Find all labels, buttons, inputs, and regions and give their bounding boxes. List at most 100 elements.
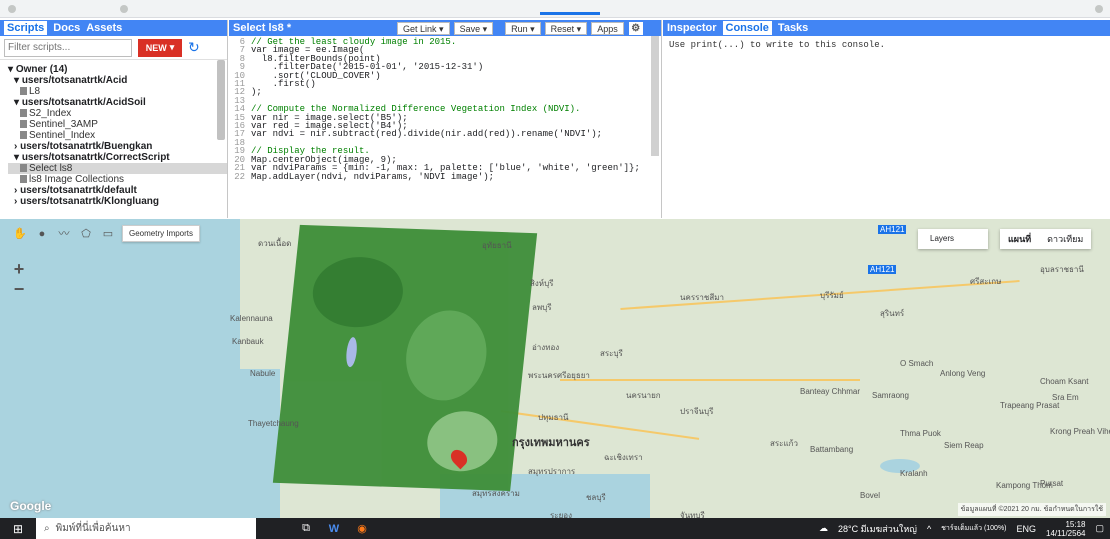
script-title: Select ls8 *: [233, 22, 292, 34]
tab-inspector[interactable]: Inspector: [667, 22, 717, 34]
tree-file[interactable]: S2_Index: [8, 108, 227, 119]
place-bangkok: กรุงเทพมหานคร: [512, 437, 590, 449]
new-button[interactable]: NEW ▾: [138, 38, 182, 57]
map-type-satellite[interactable]: ดาวเทียม: [1039, 229, 1091, 249]
hand-icon[interactable]: ✋: [12, 226, 28, 242]
place-lopburi: ลพบุรี: [532, 303, 552, 312]
code-scrollbar[interactable]: [651, 36, 659, 156]
tree-folder[interactable]: › users/totsanatrtk/Klongluang: [8, 196, 227, 207]
console-panel-tabs: Inspector Console Tasks: [663, 20, 1110, 36]
scripts-panel-tabs: Scripts Docs Assets: [0, 20, 227, 36]
save-button[interactable]: Save ▾: [453, 21, 494, 35]
place-pathum-thani: ปทุมธานี: [538, 413, 569, 422]
place-ang-thong: อ่างทอง: [532, 343, 560, 352]
get-link-button[interactable]: Get Link ▾: [397, 21, 450, 35]
map-attribution[interactable]: ข้อมูลแผนที่ ©2021 20 กม. ข้อกำหนดในการใ…: [957, 503, 1106, 516]
place-bovel: Bovel: [860, 491, 881, 500]
ndvi-patch: [401, 309, 491, 402]
code-line[interactable]: 11 .first(): [229, 79, 661, 88]
active-tab-indicator: [540, 12, 600, 15]
place-rayong: ระยอง: [550, 511, 572, 518]
windows-start-icon[interactable]: ⊞: [0, 518, 36, 539]
weather-text[interactable]: 28°C มีเมฆส่วนใหญ่: [838, 522, 917, 536]
geometry-imports-button[interactable]: Geometry Imports: [122, 225, 201, 242]
code-line[interactable]: 17 var ndvi = nir.subtract(red).divide(ni…: [229, 130, 661, 139]
weather-icon: ☁: [819, 523, 828, 533]
google-logo: Google: [10, 499, 52, 513]
refresh-icon[interactable]: ↻: [188, 39, 200, 56]
road: [560, 379, 860, 381]
rectangle-icon[interactable]: ▭: [100, 226, 116, 242]
sea-area: [240, 369, 280, 518]
apps-button[interactable]: Apps: [591, 21, 624, 35]
code-editor[interactable]: 6// Get the least cloudy image in 2015. 7…: [229, 36, 661, 218]
tree-owner[interactable]: ▾ Owner (14): [8, 64, 227, 75]
language-indicator[interactable]: ENG: [1017, 524, 1037, 534]
tab-console[interactable]: Console: [722, 21, 772, 35]
gear-icon[interactable]: ⚙: [628, 21, 643, 35]
place-surin: สุรินทร์: [880, 309, 905, 318]
zoom-in-button[interactable]: +: [10, 259, 28, 279]
place-chonburi: ชลบุรี: [586, 493, 606, 502]
layers-button[interactable]: Layers: [918, 229, 988, 249]
tree-folder[interactable]: › users/totsanatrtk/default: [8, 185, 227, 196]
tree-folder[interactable]: ▾ users/totsanatrtk/Acid: [8, 75, 227, 86]
tab-docs[interactable]: Docs: [53, 22, 80, 34]
filter-row: NEW ▾ ↻: [0, 36, 227, 60]
caret-down-icon: ▾: [169, 42, 175, 52]
run-button[interactable]: Run ▾: [505, 21, 541, 35]
polygon-icon[interactable]: ⬠: [78, 226, 94, 242]
clock[interactable]: 15:18 14/11/2564: [1046, 520, 1085, 538]
line-icon[interactable]: 〰: [56, 226, 72, 242]
taskbar-search-placeholder: พิมพ์ที่นี่เพื่อค้นหา: [55, 523, 131, 534]
tree-folder[interactable]: › users/totsanatrtk/Buengkan: [8, 141, 227, 152]
scripts-scrollbar[interactable]: [217, 60, 225, 140]
task-view-icon[interactable]: ⧉: [292, 518, 320, 539]
place-krong: Krong Preah Vihear: [1050, 427, 1110, 436]
sea-area: [0, 219, 240, 518]
file-icon: [20, 87, 27, 95]
ndvi-patch: [309, 255, 407, 329]
file-icon: [20, 175, 27, 183]
map-type-map[interactable]: แผนที่: [1000, 229, 1039, 249]
file-icon: [20, 131, 27, 139]
battery-status[interactable]: ชาร์จเต็มแล้ว (100%): [941, 523, 1006, 534]
tree-folder[interactable]: ▾ users/totsanatrtk/CorrectScript: [8, 152, 227, 163]
tab-tasks[interactable]: Tasks: [778, 22, 808, 34]
place-o-smach: O Smach: [900, 359, 934, 368]
filter-scripts-input[interactable]: [4, 38, 132, 57]
place-trapeang: Trapeang Prasat: [1000, 401, 1060, 410]
word-icon[interactable]: W: [320, 518, 348, 539]
caret-down-icon: ▾: [14, 152, 22, 163]
tree-file[interactable]: Sentinel_Index: [8, 130, 227, 141]
road-shield: AH121: [868, 265, 897, 274]
code-line[interactable]: 22 Map.addLayer(ndvi, ndviParams, 'NDVI i…: [229, 172, 661, 181]
tree-file[interactable]: L8: [8, 86, 227, 97]
browser-dot: [8, 5, 16, 13]
code-editor-toolbar: Select ls8 * Get Link ▾ Save ▾ Run ▾ Res…: [229, 20, 661, 36]
place-buriram: บุรีรัมย์: [820, 291, 844, 300]
place-pursat: Pursat: [1040, 479, 1064, 488]
chevron-up-icon[interactable]: ^: [927, 524, 931, 534]
place-thayetchaung: Thayetchaung: [248, 419, 299, 428]
taskbar-search[interactable]: ⌕ พิมพ์ที่นี่เพื่อค้นหา: [36, 518, 256, 539]
place-kalennauna: Kalennauna: [230, 314, 273, 323]
file-icon: [20, 164, 27, 172]
map-view[interactable]: ดวนเนื้อด Kalennauna Kanbauk Nabule Thay…: [0, 219, 1110, 518]
tree-folder[interactable]: ▾ users/totsanatrtk/AcidSoil: [8, 97, 227, 108]
tree-file[interactable]: ls8 Image Collections: [8, 174, 227, 185]
system-tray: ☁ 28°C มีเมฆส่วนใหญ่ ^ ชาร์จเต็มแล้ว (10…: [819, 518, 1110, 539]
reset-button[interactable]: Reset ▾: [544, 21, 588, 35]
point-icon[interactable]: ●: [34, 226, 50, 242]
tree-file[interactable]: Sentinel_3AMP: [8, 119, 227, 130]
zoom-out-button[interactable]: −: [10, 279, 28, 299]
tab-scripts[interactable]: Scripts: [4, 21, 48, 35]
place-saraburi: สระบุรี: [600, 349, 623, 358]
tab-assets[interactable]: Assets: [86, 22, 122, 34]
code-text: );: [251, 87, 262, 98]
firefox-icon[interactable]: ◉: [348, 518, 376, 539]
code-line[interactable]: 12);: [229, 87, 661, 98]
map-type-control: แผนที่ ดาวเทียม: [1000, 229, 1092, 249]
notification-icon[interactable]: ▢: [1095, 523, 1104, 534]
tree-file-selected[interactable]: Select ls8: [8, 163, 227, 174]
